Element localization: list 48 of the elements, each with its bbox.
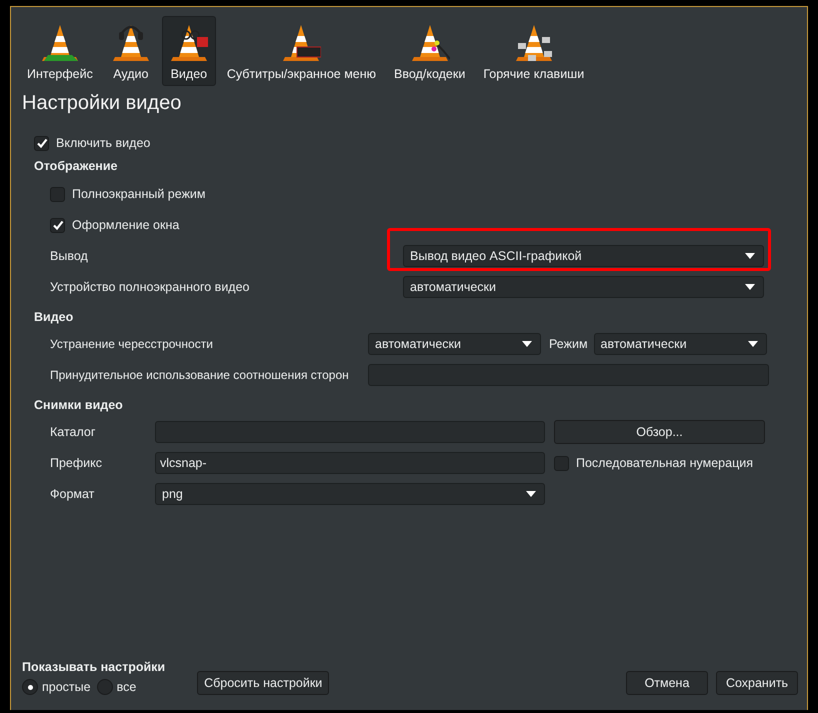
browse-button[interactable]: Обзор... [554,420,765,444]
tab[interactable]: Горячие клавиши [476,16,592,86]
section-heading: Видео [34,310,74,326]
tab[interactable]: Ввод/кодеки [387,16,472,86]
reset-button[interactable]: Сбросить настройки [197,671,330,695]
radio-button[interactable] [22,679,38,695]
page-title: Настройки видео [21,91,182,116]
caret-icon [748,341,758,347]
dropdown[interactable]: автоматически [368,333,541,355]
tab[interactable]: Аудио [104,16,158,86]
dropdown[interactable]: Вывод видео ASCII-графикой [403,245,764,267]
input-field[interactable] [368,364,769,386]
tab[interactable]: Интерфейс [20,16,100,86]
radio-label: все [116,680,136,694]
input-field[interactable]: vlcsnap- [155,452,545,474]
checkbox-label: Последовательная нумерация [576,456,753,470]
tab[interactable]: Субтитры/экранное меню [220,16,384,86]
section-heading: Отображение [34,159,118,175]
checkbox-label: Включить видео [56,136,150,150]
dropdown[interactable]: png [155,483,545,505]
checkbox[interactable] [34,136,49,150]
field-label: Вывод [49,249,89,263]
radio-label: простые [42,680,91,694]
save-button[interactable]: Сохранить [716,671,798,695]
caret-icon [522,341,532,347]
radio-button[interactable] [96,679,113,695]
cancel-button[interactable]: Отмена [626,671,708,695]
caret-icon [745,284,755,290]
caret-icon [745,253,755,259]
field-label: Устройство полноэкранного видео [49,280,250,294]
caret-icon [526,491,536,497]
dropdown[interactable]: автоматически [403,276,764,298]
section-heading: Снимки видео [34,398,124,414]
checkbox[interactable] [50,218,65,232]
dropdown[interactable]: автоматически [594,333,767,355]
tab[interactable]: Видео [162,16,216,86]
checkbox-label: Полноэкранный режим [72,187,206,201]
field-label: Принудительное использование соотношения сторон [49,368,350,382]
input-field[interactable] [155,421,545,443]
field-label: Устранение чересстрочности [49,337,214,351]
section-heading: Показывать настройки [22,660,166,676]
field-label: Каталог [49,425,96,439]
field-label: Префикс [49,456,104,470]
field-label: Режим [549,337,588,351]
checkbox[interactable] [554,456,569,470]
checkbox[interactable] [50,186,65,202]
field-label: Формат [49,487,96,501]
checkbox-label: Оформление окна [72,218,180,232]
